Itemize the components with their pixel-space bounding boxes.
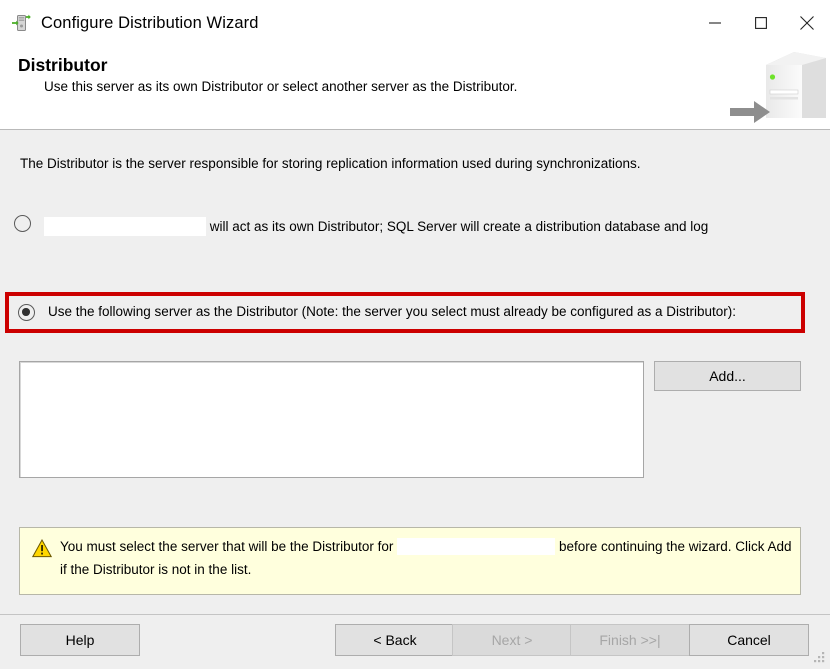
resize-grip-icon[interactable] bbox=[813, 651, 826, 664]
add-button[interactable]: Add... bbox=[654, 361, 801, 391]
replication-server-icon bbox=[10, 12, 32, 34]
minimize-button[interactable] bbox=[692, 0, 738, 46]
title-bar: Configure Distribution Wizard bbox=[0, 0, 830, 46]
warning-text-before: You must select the server that will be … bbox=[60, 539, 394, 554]
distributor-server-list[interactable] bbox=[19, 361, 644, 478]
help-button[interactable]: Help bbox=[20, 624, 140, 656]
option-following-server-label: Use the following server as the Distribu… bbox=[48, 304, 737, 319]
wizard-body: The Distributor is the server responsibl… bbox=[0, 130, 830, 652]
maximize-button[interactable] bbox=[738, 0, 784, 46]
redacted-server-name-warning bbox=[397, 537, 556, 555]
option-own-distributor[interactable]: will act as its own Distributor; SQL Ser… bbox=[14, 214, 804, 239]
next-button: Next > bbox=[452, 624, 572, 656]
warning-panel: You must select the server that will be … bbox=[19, 527, 801, 595]
warning-triangle-icon bbox=[31, 538, 53, 558]
back-button[interactable]: < Back bbox=[335, 624, 455, 656]
page-title: Distributor bbox=[18, 55, 108, 75]
warning-text: You must select the server that will be … bbox=[60, 535, 792, 581]
server-tower-with-arrow-graphic bbox=[708, 46, 830, 129]
cancel-button[interactable]: Cancel bbox=[689, 624, 809, 656]
wizard-footer: Help < Back Next > Finish >>| Cancel bbox=[0, 614, 830, 667]
window-title: Configure Distribution Wizard bbox=[41, 13, 259, 32]
option-own-distributor-label: will act as its own Distributor; SQL Ser… bbox=[44, 214, 804, 239]
close-button[interactable] bbox=[784, 0, 830, 46]
finish-button: Finish >>| bbox=[570, 624, 690, 656]
wizard-header: Distributor Use this server as its own D… bbox=[0, 46, 830, 130]
window-controls bbox=[692, 0, 830, 46]
option-own-distributor-text: will act as its own Distributor; SQL Ser… bbox=[209, 219, 709, 234]
radio-following-server[interactable] bbox=[18, 304, 35, 321]
intro-text: The Distributor is the server responsibl… bbox=[20, 156, 641, 171]
radio-own-distributor[interactable] bbox=[14, 215, 31, 232]
option-following-server-highlight[interactable]: Use the following server as the Distribu… bbox=[5, 292, 805, 333]
page-subtitle: Use this server as its own Distributor o… bbox=[44, 79, 518, 94]
redacted-server-name bbox=[44, 216, 206, 236]
